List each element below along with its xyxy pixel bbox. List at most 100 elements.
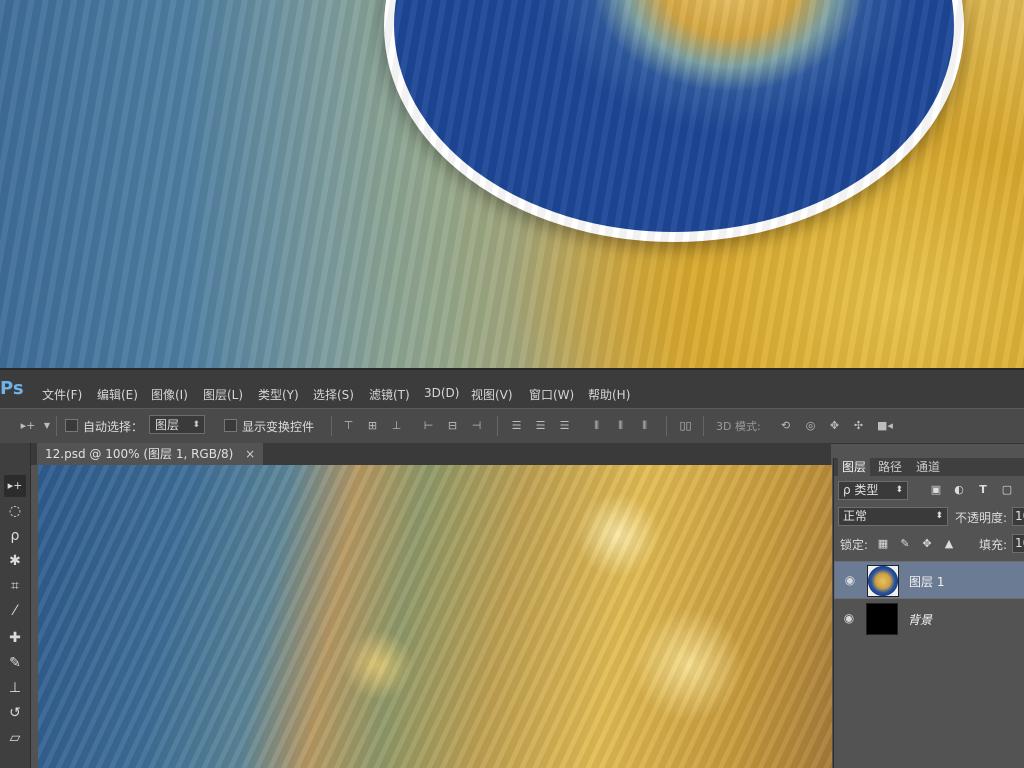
- layer-thumbnail: [866, 603, 898, 635]
- visibility-eye-icon[interactable]: ◉: [843, 573, 857, 587]
- fill-label: 填充:: [979, 538, 1008, 552]
- fill-value: 10: [1015, 536, 1024, 550]
- marquee-tool-icon[interactable]: ◌: [4, 500, 26, 522]
- eyedropper-tool-icon[interactable]: ⁄: [4, 600, 26, 622]
- clone-stamp-tool-icon[interactable]: ⊥: [4, 677, 26, 699]
- tools-panel: ▸+ ◌ ρ ✱ ⌗ ⁄ ✚ ✎ ⊥ ↺ ▱: [0, 443, 31, 768]
- type-filter-icon[interactable]: T: [976, 483, 990, 497]
- menu-select[interactable]: 选择(S): [313, 386, 354, 403]
- tab-layers[interactable]: 图层: [838, 458, 871, 476]
- document-tab[interactable]: 12.psd @ 100% (图层 1, RGB/8) ×: [37, 443, 264, 465]
- close-icon[interactable]: ×: [245, 447, 255, 461]
- divider: [666, 416, 667, 436]
- divider: [331, 416, 332, 436]
- layer-row[interactable]: ◉ 图层 1: [834, 561, 1024, 599]
- magic-wand-tool-icon[interactable]: ✱: [4, 550, 26, 572]
- align-right-icon[interactable]: ⊣: [470, 419, 483, 432]
- menu-view[interactable]: 视图(V): [471, 386, 513, 403]
- opacity-input[interactable]: 10: [1012, 507, 1024, 526]
- layer-name[interactable]: 图层 1: [909, 573, 944, 592]
- divider: [497, 416, 498, 436]
- visibility-eye-icon[interactable]: ◉: [842, 611, 856, 625]
- crop-tool-icon[interactable]: ⌗: [4, 575, 26, 597]
- menu-image[interactable]: 图像(I): [151, 386, 188, 403]
- distribute-bottom-icon[interactable]: ☰: [558, 419, 571, 432]
- distribute-hcenter-icon[interactable]: ⫴: [614, 419, 627, 432]
- lock-image-icon[interactable]: ✎: [898, 537, 912, 551]
- align-left-icon[interactable]: ⊢: [422, 419, 435, 432]
- shape-filter-icon[interactable]: ▢: [1000, 483, 1014, 497]
- opacity-label: 不透明度:: [955, 511, 1008, 525]
- menu-edit[interactable]: 编辑(E): [97, 386, 138, 403]
- move-tool-icon[interactable]: ▸+: [4, 475, 26, 497]
- stepper-arrows-icon: ⬍: [935, 511, 943, 521]
- panel-tabs: 图层 路径 通道: [834, 458, 1024, 476]
- blend-mode-value: 正常: [843, 509, 868, 523]
- stepper-arrows-icon: ⬍: [192, 420, 200, 430]
- divider: [56, 416, 57, 436]
- menu-3d[interactable]: 3D(D): [424, 386, 459, 400]
- align-vcenter-icon[interactable]: ⊞: [366, 419, 379, 432]
- mode-3d-label: 3D 模式:: [716, 420, 761, 433]
- tab-paths[interactable]: 路径: [874, 458, 906, 476]
- rotate-3d-icon[interactable]: ⟲: [779, 419, 792, 432]
- align-top-icon[interactable]: ⊤: [342, 419, 355, 432]
- fill-input[interactable]: 10: [1012, 534, 1024, 553]
- background-artwork: [0, 0, 1024, 370]
- align-bottom-icon[interactable]: ⊥: [390, 419, 403, 432]
- menu-file[interactable]: 文件(F): [42, 386, 82, 403]
- distribute-top-icon[interactable]: ☰: [510, 419, 523, 432]
- divider: [703, 416, 704, 436]
- layer-name[interactable]: 背景: [908, 611, 932, 628]
- lock-label: 锁定:: [840, 538, 869, 552]
- chevron-down-icon[interactable]: ▼: [42, 419, 52, 432]
- document-tab-title: 12.psd @ 100% (图层 1, RGB/8): [45, 447, 234, 461]
- distribute-vcenter-icon[interactable]: ☰: [534, 419, 547, 432]
- history-brush-tool-icon[interactable]: ↺: [4, 702, 26, 724]
- pixel-filter-icon[interactable]: ▣: [929, 483, 943, 497]
- lock-all-icon[interactable]: ▲: [942, 537, 956, 551]
- layer-filter-dropdown[interactable]: ρ 类型 ⬍: [838, 481, 908, 500]
- options-bar: ▸+ ▼ 自动选择： 图层 ⬍ 显示变换控件 ⊤ ⊞ ⊥ ⊢ ⊟ ⊣ ☰ ☰ ☰…: [0, 408, 1024, 444]
- stepper-arrows-icon: ⬍: [895, 485, 903, 495]
- opacity-value: 10: [1015, 509, 1024, 523]
- slide-3d-icon[interactable]: ✣: [852, 419, 865, 432]
- document-tab-bar: 12.psd @ 100% (图层 1, RGB/8) ×: [31, 443, 831, 465]
- brush-tool-icon[interactable]: ✎: [4, 652, 26, 674]
- menu-bar: Ps 文件(F) 编辑(E) 图像(I) 图层(L) 类型(Y) 选择(S) 滤…: [0, 368, 1024, 410]
- lasso-tool-icon[interactable]: ρ: [4, 525, 26, 547]
- auto-select-value: 图层: [155, 418, 180, 432]
- adjustment-filter-icon[interactable]: ◐: [952, 483, 966, 497]
- distribute-left-icon[interactable]: ⫴: [590, 419, 603, 432]
- layer-filter-value: ρ 类型: [843, 483, 879, 497]
- menu-layer[interactable]: 图层(L): [203, 386, 243, 403]
- show-transform-label: 显示变换控件: [242, 420, 315, 434]
- drag-3d-icon[interactable]: ✥: [828, 419, 841, 432]
- distribute-right-icon[interactable]: ⫴: [638, 419, 651, 432]
- menu-window[interactable]: 窗口(W): [529, 386, 574, 403]
- decor-plate-image: [384, 0, 964, 242]
- layer-thumbnail: [867, 565, 899, 597]
- menu-help[interactable]: 帮助(H): [588, 386, 630, 403]
- lock-position-icon[interactable]: ✥: [920, 537, 934, 551]
- lock-transparent-icon[interactable]: ▦: [876, 537, 890, 551]
- auto-select-dropdown[interactable]: 图层 ⬍: [149, 415, 205, 434]
- move-tool-preset-icon[interactable]: ▸+: [18, 419, 38, 432]
- show-transform-checkbox[interactable]: [224, 419, 237, 432]
- auto-select-checkbox[interactable]: [65, 419, 78, 432]
- document-canvas[interactable]: [38, 465, 832, 768]
- tab-channels[interactable]: 通道: [912, 458, 944, 476]
- layers-panel: 图层 路径 通道 ρ 类型 ⬍ ▣ ◐ T ▢ 正常 ⬍ 不透明度: 10 锁定…: [833, 458, 1024, 768]
- menu-filter[interactable]: 滤镜(T): [369, 386, 410, 403]
- auto-align-layers-icon[interactable]: ▯▯: [679, 419, 692, 432]
- healing-brush-tool-icon[interactable]: ✚: [4, 627, 26, 649]
- layer-row[interactable]: ◉ 背景: [834, 600, 1024, 638]
- camera-3d-icon[interactable]: ■◂: [876, 419, 894, 432]
- eraser-tool-icon[interactable]: ▱: [4, 727, 26, 749]
- ps-logo: Ps: [0, 378, 24, 399]
- auto-select-label: 自动选择：: [83, 420, 144, 434]
- menu-type[interactable]: 类型(Y): [258, 386, 299, 403]
- roll-3d-icon[interactable]: ◎: [804, 419, 817, 432]
- blend-mode-dropdown[interactable]: 正常 ⬍: [838, 507, 948, 526]
- align-hcenter-icon[interactable]: ⊟: [446, 419, 459, 432]
